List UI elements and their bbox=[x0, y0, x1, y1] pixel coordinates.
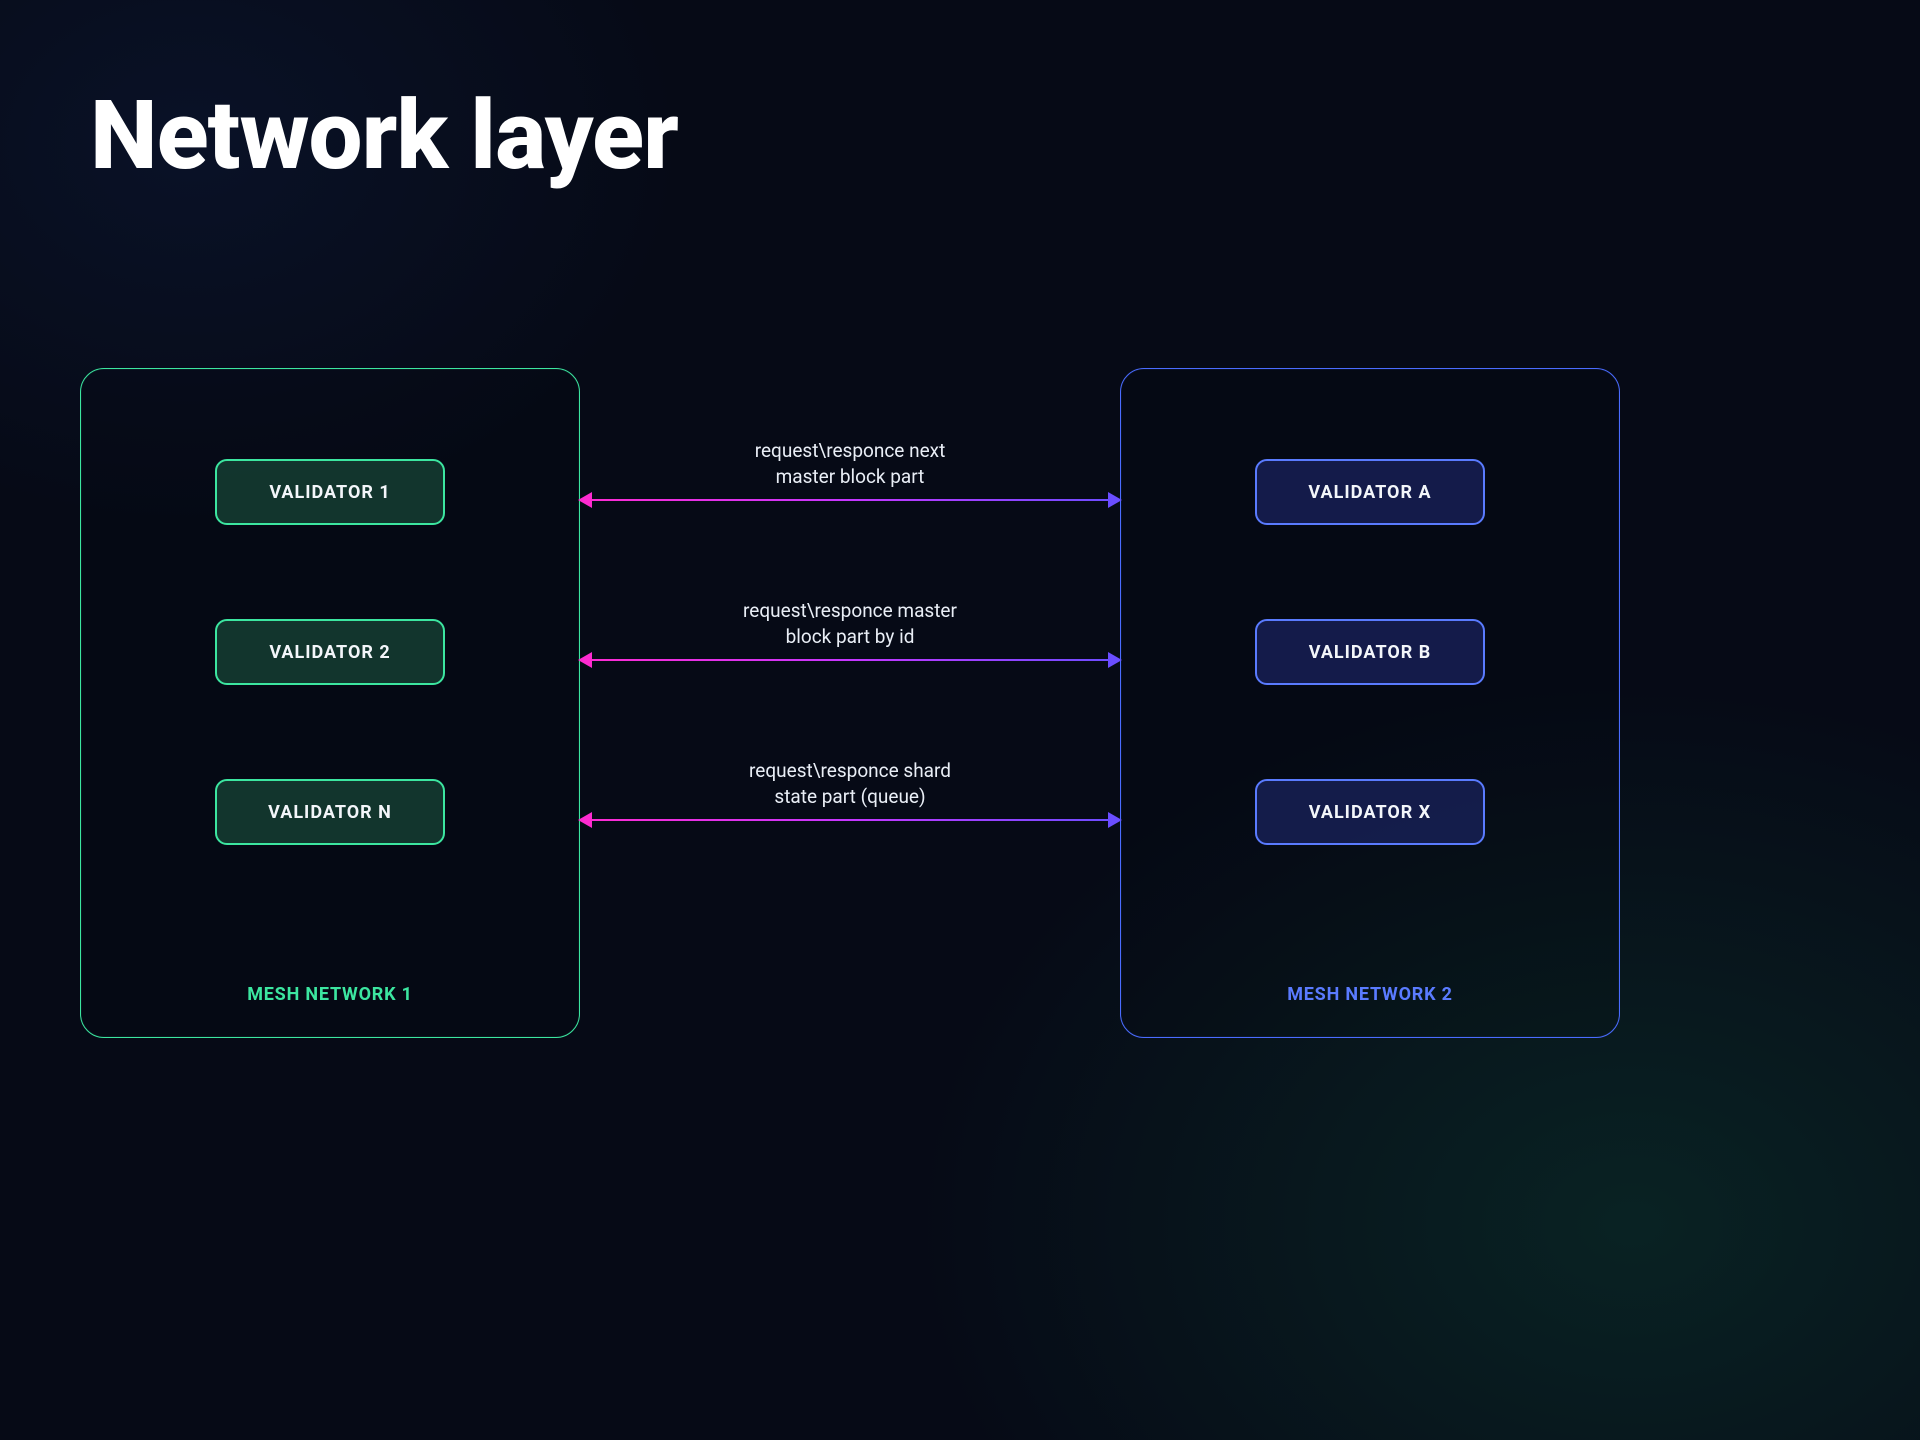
connection-label-line: request\responce shard bbox=[749, 759, 951, 782]
page-title: Network layer bbox=[90, 80, 678, 192]
mesh-network-label: MESH NETWORK 1 bbox=[81, 984, 579, 1005]
mesh-network-right: VALIDATOR A VALIDATOR B VALIDATOR X MESH… bbox=[1120, 368, 1620, 1038]
validator-column-left: VALIDATOR 1 VALIDATOR 2 VALIDATOR N bbox=[81, 459, 579, 845]
validator-node: VALIDATOR B bbox=[1255, 619, 1485, 685]
connection-label-line: request\responce next bbox=[755, 439, 946, 462]
connection-item: request\responce master block part by id bbox=[580, 598, 1120, 661]
connection-label-line: state part (queue) bbox=[774, 785, 925, 808]
mesh-network-left: VALIDATOR 1 VALIDATOR 2 VALIDATOR N MESH… bbox=[80, 368, 580, 1038]
connection-label-line: block part by id bbox=[786, 625, 915, 648]
validator-column-right: VALIDATOR A VALIDATOR B VALIDATOR X bbox=[1121, 459, 1619, 845]
connection-label: request\responce shard state part (queue… bbox=[580, 758, 1120, 809]
validator-node: VALIDATOR A bbox=[1255, 459, 1485, 525]
validator-node: VALIDATOR 1 bbox=[215, 459, 445, 525]
connection-label: request\responce next master block part bbox=[580, 438, 1120, 489]
mesh-network-label: MESH NETWORK 2 bbox=[1121, 984, 1619, 1005]
bidirectional-arrow-icon bbox=[580, 499, 1120, 501]
connection-region: request\responce next master block part … bbox=[580, 368, 1120, 1038]
validator-node: VALIDATOR 2 bbox=[215, 619, 445, 685]
bidirectional-arrow-icon bbox=[580, 819, 1120, 821]
connection-label-line: request\responce master bbox=[743, 599, 957, 622]
validator-node: VALIDATOR N bbox=[215, 779, 445, 845]
connection-label-line: master block part bbox=[776, 465, 925, 488]
validator-node: VALIDATOR X bbox=[1255, 779, 1485, 845]
connection-item: request\responce shard state part (queue… bbox=[580, 758, 1120, 821]
connection-label: request\responce master block part by id bbox=[580, 598, 1120, 649]
bidirectional-arrow-icon bbox=[580, 659, 1120, 661]
connection-item: request\responce next master block part bbox=[580, 438, 1120, 501]
